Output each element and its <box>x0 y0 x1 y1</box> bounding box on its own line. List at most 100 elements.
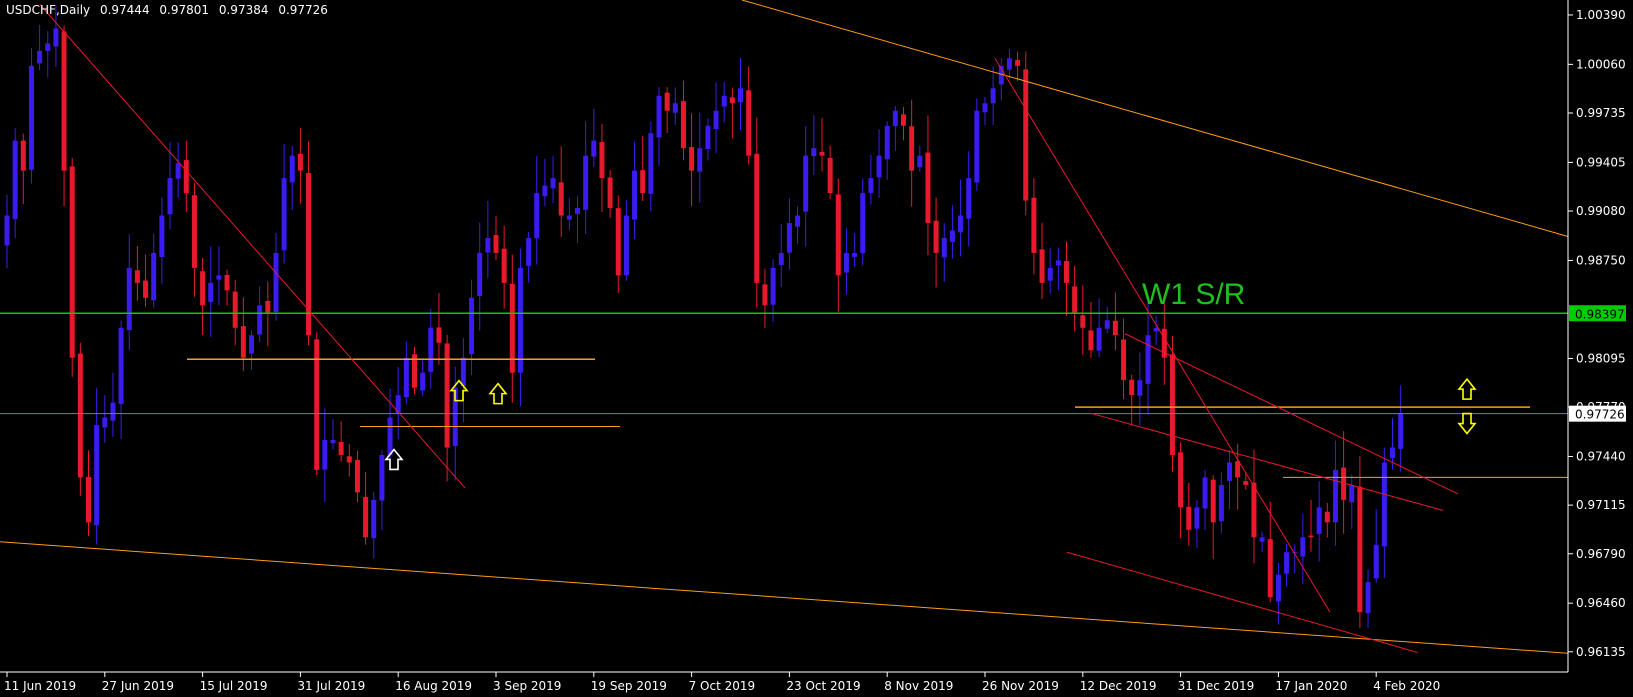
y-tick-label: 0.99405 <box>1576 155 1626 169</box>
candle-body <box>974 110 980 183</box>
candle-body <box>159 215 165 257</box>
candle-body <box>1072 286 1078 313</box>
candle-body <box>884 125 890 160</box>
candle-body <box>819 151 825 156</box>
candle-body <box>1308 535 1314 538</box>
x-tick-label: 26 Nov 2019 <box>982 679 1059 693</box>
candle-body <box>110 402 116 421</box>
trendline-jun <box>39 4 466 489</box>
candle-body <box>835 194 841 276</box>
candle-body <box>680 101 686 149</box>
candle-body <box>860 193 866 254</box>
candle-body <box>1194 507 1200 529</box>
candle-body <box>289 155 295 183</box>
candle-body <box>4 215 10 246</box>
x-tick-label: 12 Dec 2019 <box>1080 679 1157 693</box>
symbol-header: USDCHF,Daily 0.97444 0.97801 0.97384 0.9… <box>6 3 334 17</box>
candle-body <box>428 327 434 372</box>
candle-body <box>909 126 915 171</box>
x-tick-label: 31 Dec 2019 <box>1178 679 1255 693</box>
candle-body <box>143 280 149 298</box>
candle-body <box>949 230 955 242</box>
candle-body <box>224 274 230 291</box>
candle-body <box>607 177 613 209</box>
candle-body <box>322 440 328 470</box>
candle-body <box>338 441 344 455</box>
candle-body <box>1218 484 1224 522</box>
candle-body <box>876 155 882 178</box>
candle-body <box>281 178 287 251</box>
candle-body <box>1088 330 1094 351</box>
candle-body <box>746 90 752 156</box>
candle-body <box>623 215 629 276</box>
candle-body <box>240 326 246 358</box>
candle-body <box>925 152 931 224</box>
candle-body <box>12 140 18 219</box>
y-tick-label: 0.99735 <box>1576 106 1626 120</box>
x-tick-label: 16 Aug 2019 <box>395 679 472 693</box>
candle-body <box>257 305 263 335</box>
candle-body <box>762 284 768 306</box>
candle-body <box>493 235 499 253</box>
candle-body <box>273 252 279 313</box>
candle-body <box>933 220 939 253</box>
x-tick-label: 15 Jul 2019 <box>200 679 268 693</box>
y-tick-label: 0.97115 <box>1576 498 1626 512</box>
candle-body <box>1186 506 1192 530</box>
y-tick-label: 0.99080 <box>1576 204 1626 218</box>
price-chart: 1.00390 1.00060 0.99735 0.99405 0.99080 0.987… <box>0 0 1626 693</box>
candle-body <box>982 103 988 113</box>
candle-body <box>827 157 833 194</box>
candle-body <box>1039 249 1045 283</box>
candle-body <box>803 155 809 212</box>
candle-body <box>28 65 34 170</box>
candle-body <box>632 170 638 220</box>
candle-body <box>53 28 59 47</box>
candle-body <box>249 335 254 354</box>
candle-body <box>94 425 100 526</box>
candle-body <box>477 252 483 297</box>
x-tick-label: 3 Sep 2019 <box>493 679 561 693</box>
candle-body <box>1365 582 1371 614</box>
candle-body <box>1031 197 1037 253</box>
sr-annotation: W1 S/R <box>1142 278 1246 311</box>
candle-body <box>1047 267 1053 281</box>
candle-body <box>656 95 662 138</box>
candle-body <box>20 140 26 171</box>
candle-body <box>371 499 377 539</box>
candle-body <box>134 270 140 283</box>
candle-body <box>330 440 336 444</box>
candle-body <box>1381 462 1387 547</box>
candle-body <box>648 133 654 194</box>
candle-body <box>1129 379 1135 396</box>
x-tick-label: 23 Oct 2019 <box>786 679 860 693</box>
long-downtrend-bottom <box>0 541 1569 654</box>
candle-body <box>558 182 564 216</box>
candle-body <box>387 417 393 456</box>
low-value: 0.97384 <box>218 3 269 17</box>
x-tick-label: 4 Feb 2020 <box>1373 679 1440 693</box>
down-arrow-icon <box>1457 412 1477 435</box>
candle-body <box>175 163 181 179</box>
candle-body <box>1349 484 1355 503</box>
high-value: 0.97801 <box>159 3 210 17</box>
candle-body <box>1316 507 1322 534</box>
candle-body <box>550 178 556 189</box>
candle-body <box>1055 260 1061 266</box>
candle-body <box>852 252 858 257</box>
candle-body <box>1210 479 1216 523</box>
candle-body <box>583 155 589 210</box>
candle-body <box>200 271 206 306</box>
candle-body <box>615 208 621 276</box>
candle-body <box>363 496 369 538</box>
candle-body <box>297 153 303 171</box>
candle-body <box>306 173 312 336</box>
candle-body <box>566 215 572 220</box>
candle-body <box>542 185 548 197</box>
candle-body <box>1080 315 1086 328</box>
candle-body <box>1169 354 1175 455</box>
candle-body <box>216 275 222 280</box>
x-tick-label: 11 Jun 2019 <box>4 679 76 693</box>
candle-body <box>1227 462 1232 481</box>
candle-body <box>403 357 409 398</box>
